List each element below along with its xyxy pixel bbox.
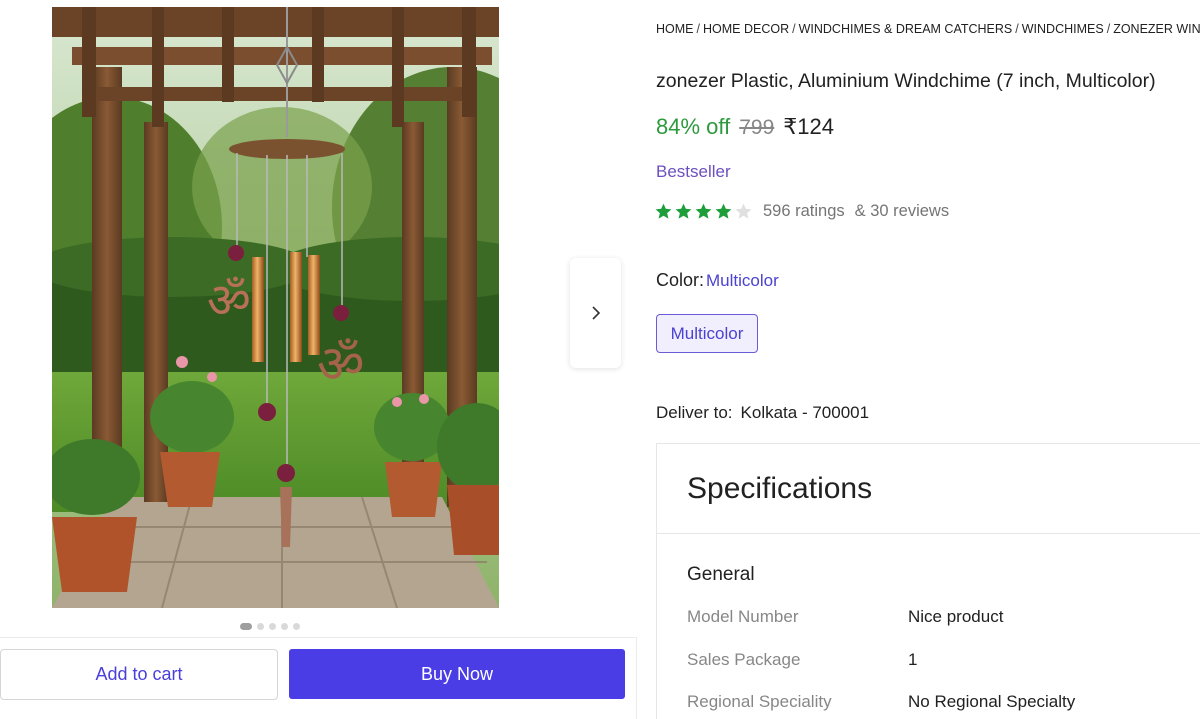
pagination-dot[interactable] [293,623,300,630]
rating-row[interactable]: 596 ratings & 30 reviews [654,202,949,221]
breadcrumb-home-decor[interactable]: HOME DECOR [703,22,789,36]
pagination-dot[interactable] [240,623,252,630]
spec-key: Sales Package [687,650,801,669]
deliver-location-value: Kolkata - 700001 [740,403,870,422]
buy-now-button[interactable]: Buy Now [289,649,625,699]
pagination-dot[interactable] [269,623,276,630]
delivery-location[interactable]: Deliver to: Kolkata - 700001 [656,403,869,423]
product-image[interactable]: ॐ ॐ [52,7,499,608]
spec-value: No Regional Specialty [908,692,1076,711]
reviews-count: & 30 reviews [854,202,950,220]
product-title: zonezer Plastic, Aluminium Windchime (7 … [656,70,1156,92]
specifications-heading: Specifications [657,444,1200,534]
star-icon [735,203,752,219]
pagination-dot[interactable] [281,623,288,630]
chevron-right-icon [591,306,600,320]
breadcrumb-current[interactable]: ZONEZER WIND [1113,22,1200,36]
breadcrumb-windchimes[interactable]: WINDCHIMES [1022,22,1104,36]
spec-row: Sales Package 1 [687,650,917,670]
spec-row: Regional Speciality No Regional Specialt… [687,692,1075,712]
breadcrumb-windchimes-dream-catchers[interactable]: WINDCHIMES & DREAM CATCHERS [799,22,1013,36]
specifications-card: Specifications General Model Number Nice… [656,443,1200,719]
star-rating [654,202,753,221]
svg-text:ॐ: ॐ [207,273,251,329]
spec-row: Model Number Nice product [687,607,1003,627]
image-pagination [240,623,300,630]
spec-key: Regional Speciality [687,692,832,711]
svg-text:ॐ: ॐ [317,335,364,395]
discount-percent: 84% off [656,114,731,139]
color-label: Color: [656,270,705,290]
star-icon [695,203,712,219]
color-option-multicolor[interactable]: Multicolor [656,314,758,353]
pagination-dot[interactable] [257,623,264,630]
star-icon [675,203,692,219]
spec-section-title: General [687,564,755,585]
star-icon [715,203,732,219]
add-to-cart-button[interactable]: Add to cart [0,649,278,700]
next-image-button[interactable] [570,258,621,368]
color-selector-label: Color: Multicolor [656,270,779,291]
spec-value: Nice product [908,607,1004,626]
original-price: 799 [739,116,775,139]
deliver-label: Deliver to: [656,403,733,422]
spec-value: 1 [908,650,918,669]
breadcrumb-home[interactable]: HOME [656,22,694,36]
breadcrumb: HOME / HOME DECOR / WINDCHIMES & DREAM CATCH… [656,22,1200,36]
spec-key: Model Number [687,607,799,626]
price-row: 84% off 799 ₹124 [656,114,834,140]
star-icon [655,203,672,219]
selling-price: ₹124 [783,114,834,139]
bestseller-badge: Bestseller [656,162,731,181]
ratings-count: 596 ratings [763,202,845,220]
selected-color: Multicolor [706,271,779,290]
